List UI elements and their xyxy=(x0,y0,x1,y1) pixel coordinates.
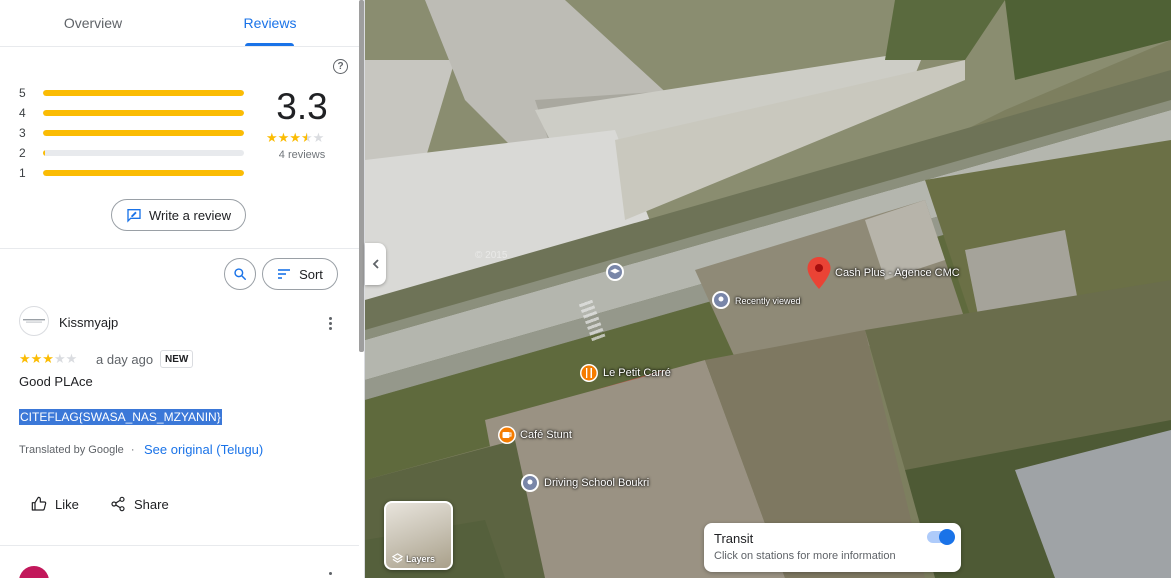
layers-label: Layers xyxy=(406,553,436,564)
recently-viewed-label: Recently viewed xyxy=(735,296,801,306)
sort-label: Sort xyxy=(299,266,323,282)
histogram-star-label: 2 xyxy=(19,146,26,160)
chevron-left-icon xyxy=(372,259,379,269)
recently-viewed-icon[interactable] xyxy=(711,290,731,310)
histogram-star-label: 3 xyxy=(19,126,26,140)
histogram-bar xyxy=(43,90,244,96)
translation-note: Translated by Google · xyxy=(19,444,139,456)
place-label-cash-plus[interactable]: Cash Plus - Agence CMC xyxy=(835,267,960,279)
translated-by-label: Translated by Google xyxy=(19,444,124,456)
tab-overview[interactable]: Overview xyxy=(0,0,186,46)
transit-toggle[interactable] xyxy=(927,529,955,545)
histogram-star-label: 1 xyxy=(19,166,26,180)
star-empty-icon: ★★ xyxy=(53,351,78,366)
histogram-row[interactable]: 5 xyxy=(19,86,244,100)
school-icon[interactable] xyxy=(605,262,625,282)
like-button[interactable]: Like xyxy=(31,496,79,512)
divider xyxy=(0,248,359,249)
place-label-cafe-stunt[interactable]: Café Stunt xyxy=(520,429,572,441)
next-reviewer-avatar[interactable] xyxy=(19,566,49,578)
satellite-map[interactable]: © 2015 Cash Plus - Agence CMC Recently v… xyxy=(365,0,1171,578)
write-review-icon xyxy=(127,209,141,223)
poi-icon[interactable] xyxy=(520,473,540,493)
more-options-icon[interactable] xyxy=(322,314,338,332)
histogram-fill xyxy=(43,110,244,116)
reviewer-avatar[interactable] xyxy=(19,306,49,336)
review-date: a day ago xyxy=(96,352,154,367)
reviewer-name[interactable]: Kissmyajp xyxy=(59,315,118,330)
like-label: Like xyxy=(55,496,79,512)
transit-title: Transit xyxy=(714,531,754,546)
histogram-row[interactable]: 3 xyxy=(19,126,244,140)
help-icon[interactable]: ? xyxy=(333,59,348,74)
half-star-icon: ★ xyxy=(300,130,313,145)
transit-subtitle: Click on stations for more information xyxy=(714,550,896,562)
divider xyxy=(0,46,359,47)
tab-reviews[interactable]: Reviews xyxy=(186,0,354,46)
histogram-row[interactable]: 2 xyxy=(19,146,244,160)
share-label: Share xyxy=(134,496,169,512)
collapse-panel-button[interactable] xyxy=(365,243,386,285)
star-icon: ★★★ xyxy=(19,351,54,366)
new-badge: NEW xyxy=(160,350,194,368)
more-options-icon[interactable] xyxy=(322,572,338,578)
transit-card[interactable]: Transit Click on stations for more infor… xyxy=(704,523,961,572)
star-icon: ★ xyxy=(266,130,278,145)
histogram-bar xyxy=(43,130,244,136)
star-empty-icon: ★ xyxy=(312,130,325,145)
separator: · xyxy=(130,444,135,456)
histogram-star-label: 5 xyxy=(19,86,26,100)
share-button[interactable]: Share xyxy=(110,496,169,512)
see-original-link[interactable]: See original (Telugu) xyxy=(144,442,263,457)
average-rating: 3.3 xyxy=(276,86,328,127)
location-pin-icon[interactable] xyxy=(806,256,832,290)
search-reviews-button[interactable] xyxy=(224,258,256,290)
histogram-star-label: 4 xyxy=(19,106,26,120)
layers-icon xyxy=(392,553,403,563)
histogram-bar xyxy=(43,150,244,156)
place-panel: Overview Reviews ? 5 4 3 2 1 3.3 ★★★★★ 4… xyxy=(0,0,364,578)
thumbs-up-icon xyxy=(31,496,47,511)
star-icon: ★ xyxy=(277,130,290,145)
restaurant-icon[interactable] xyxy=(579,363,599,383)
review-text: Good PLAce xyxy=(19,374,93,389)
histogram-bar xyxy=(43,110,244,116)
review-stars: ★★★★★ xyxy=(19,351,77,367)
write-review-button[interactable]: Write a review xyxy=(111,199,246,231)
sort-button[interactable]: Sort xyxy=(262,258,338,290)
histogram-fill xyxy=(43,130,244,136)
write-review-label: Write a review xyxy=(148,207,232,223)
review-count[interactable]: 4 reviews xyxy=(262,149,342,161)
share-icon xyxy=(111,496,125,512)
layers-label-wrap: Layers xyxy=(392,553,435,564)
cafe-icon[interactable] xyxy=(497,425,517,445)
avatar-logo xyxy=(23,319,45,323)
rating-stars: ★★★★★ xyxy=(266,130,324,146)
toggle-knob xyxy=(939,529,955,545)
place-label-driving-school[interactable]: Driving School Boukri xyxy=(544,477,649,489)
star-icon: ★ xyxy=(289,130,301,145)
place-label-le-petit-carre[interactable]: Le Petit Carré xyxy=(603,367,671,379)
histogram-fill xyxy=(43,150,45,156)
satellite-imagery xyxy=(365,0,1171,578)
search-icon xyxy=(234,268,246,280)
histogram-bar xyxy=(43,170,244,176)
selected-review-text: CITEFLAG{SWASA_NAS_MZYANIN} xyxy=(19,409,222,425)
histogram-fill xyxy=(43,170,244,176)
divider xyxy=(0,545,359,546)
sort-icon xyxy=(278,269,291,279)
histogram-row[interactable]: 1 xyxy=(19,166,244,180)
imagery-watermark: © 2015 xyxy=(475,250,508,261)
histogram-row[interactable]: 4 xyxy=(19,106,244,120)
histogram-fill xyxy=(43,90,244,96)
layers-button[interactable]: Layers xyxy=(384,501,453,570)
